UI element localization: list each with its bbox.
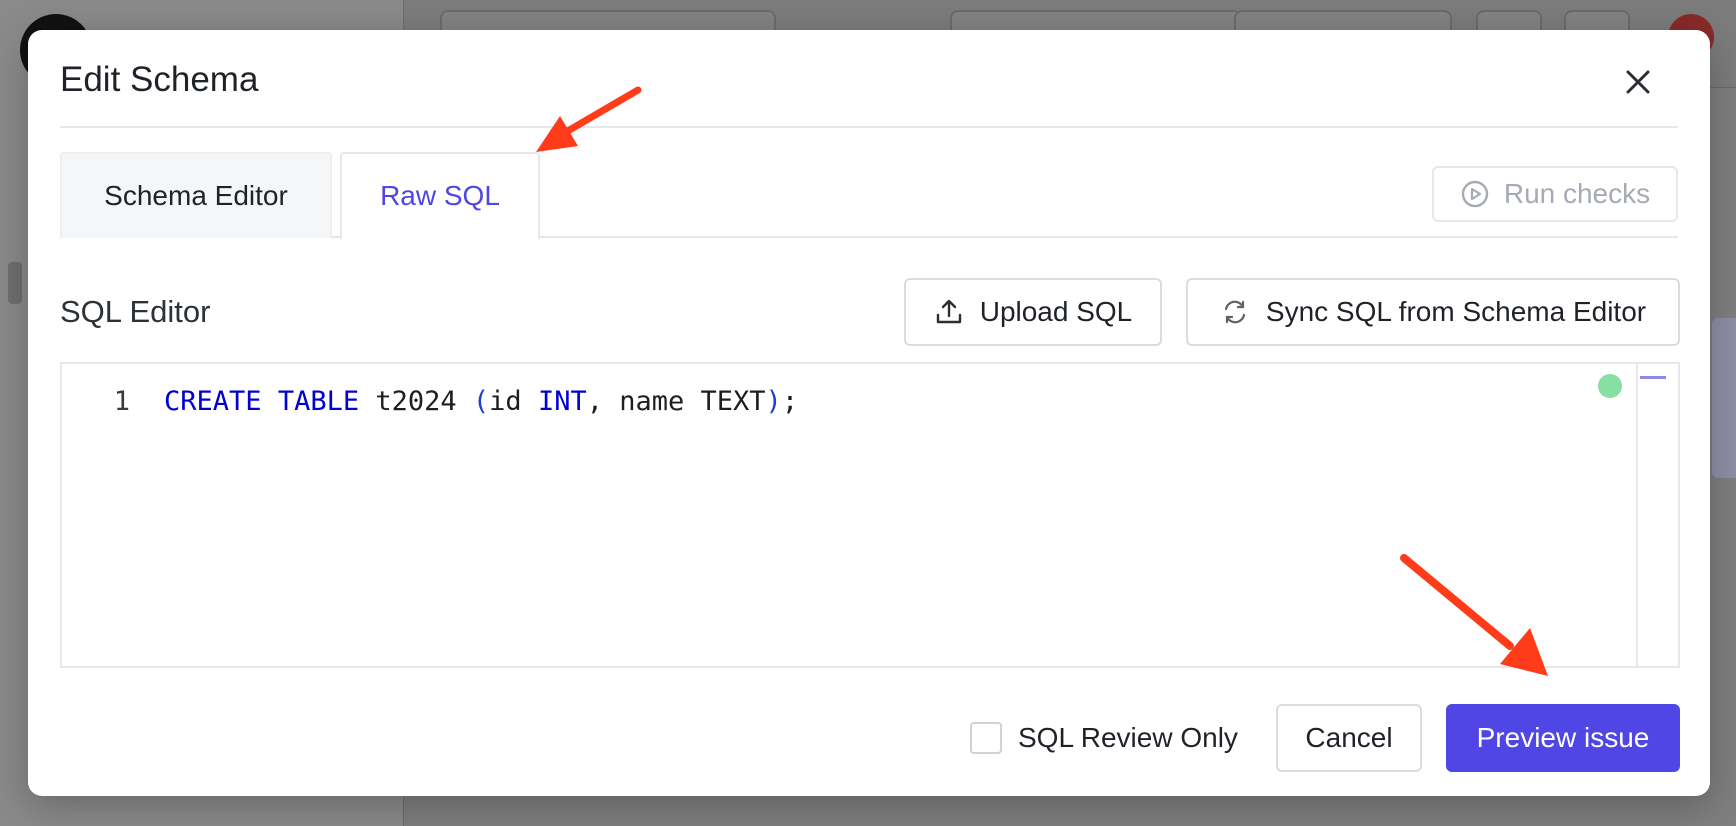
table-name: t2024 (375, 386, 457, 417)
column-id: id (489, 386, 522, 417)
minimap-viewport[interactable] (1640, 376, 1666, 379)
tab-schema-editor[interactable]: Schema Editor (60, 152, 332, 238)
upload-icon (936, 299, 961, 324)
play-circle-icon (1461, 180, 1489, 208)
upload-sql-label: Upload SQL (979, 296, 1133, 327)
keyword-int: INT (537, 386, 587, 417)
upload-sql-button[interactable]: Upload SQL (904, 278, 1162, 346)
edit-schema-modal: Edit Schema Schema Editor Raw SQL Run ch… (28, 30, 1710, 796)
keyword-create: CREATE (164, 386, 262, 417)
line-number: 1 (113, 386, 130, 417)
column-name-def: , name TEXT (586, 386, 766, 417)
preview-issue-button[interactable]: Preview issue (1446, 704, 1680, 772)
status-indicator (1598, 374, 1622, 398)
run-checks-label: Run checks (1503, 178, 1651, 209)
close-icon (1626, 70, 1650, 94)
open-paren: ( (472, 386, 490, 417)
run-checks-button[interactable]: Run checks (1432, 166, 1678, 222)
sql-review-only-label[interactable]: SQL Review Only (1018, 722, 1238, 754)
statement-end: ; (781, 386, 799, 417)
tab-strip: Schema Editor Raw SQL Run checks (60, 152, 1678, 240)
sync-sql-button[interactable]: Sync SQL from Schema Editor (1186, 278, 1680, 346)
code-text[interactable]: CREATE TABLE t2024 (id INT, name TEXT); (164, 386, 798, 417)
editor-minimap[interactable] (1636, 364, 1666, 666)
keyword-table: TABLE (277, 386, 360, 417)
close-button[interactable] (1616, 60, 1660, 104)
modal-title: Edit Schema (60, 60, 259, 99)
sql-code-editor[interactable]: 1 CREATE TABLE t2024 (id INT, name TEXT)… (60, 362, 1680, 668)
cancel-button[interactable]: Cancel (1276, 704, 1422, 772)
sql-editor-heading: SQL Editor (60, 294, 211, 329)
background-panel (1712, 318, 1736, 478)
tab-raw-sql[interactable]: Raw SQL (340, 152, 540, 240)
sql-review-only-checkbox[interactable] (970, 722, 1002, 754)
sync-sql-label: Sync SQL from Schema Editor (1265, 296, 1647, 327)
close-paren: ) (765, 386, 782, 417)
sync-icon (1224, 300, 1245, 324)
title-divider (60, 126, 1678, 128)
background-sidebar-item (8, 262, 22, 304)
code-line: 1 CREATE TABLE t2024 (id INT, name TEXT)… (62, 386, 798, 417)
